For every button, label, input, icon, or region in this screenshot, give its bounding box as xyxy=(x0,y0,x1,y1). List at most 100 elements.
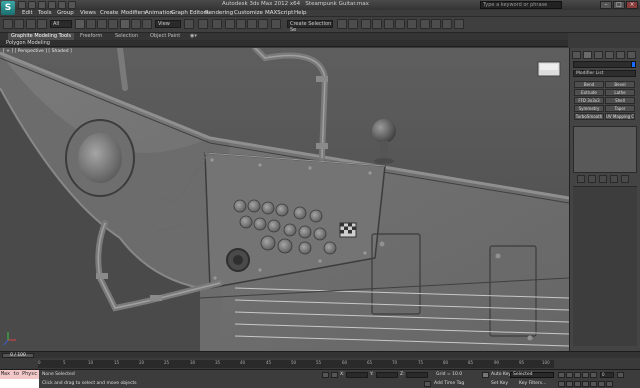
modifier-uv-mapping-button[interactable]: UV Mapping Cl xyxy=(605,113,635,120)
redo-button[interactable] xyxy=(14,19,24,29)
configure-modifier-sets-icon[interactable] xyxy=(621,175,629,183)
scale-icon[interactable] xyxy=(142,19,152,29)
tab-utilities-icon[interactable] xyxy=(627,51,636,59)
keyboard-shortcut-icon[interactable] xyxy=(212,19,222,29)
menu-modifiers[interactable]: Modifiers xyxy=(121,10,146,17)
rect-selection-icon[interactable] xyxy=(97,19,107,29)
named-selection-dropdown[interactable]: Create Selection Se xyxy=(287,20,333,33)
modifier-turbosmooth-button[interactable]: TurboSmooth xyxy=(574,113,604,120)
y-coord-field[interactable] xyxy=(376,372,398,378)
redo-icon[interactable] xyxy=(58,1,66,9)
menu-create[interactable]: Create xyxy=(100,10,118,17)
ribbon-options-icon[interactable]: ◉▾ xyxy=(190,33,197,40)
x-coord-field[interactable] xyxy=(346,372,368,378)
key-mode-dropdown[interactable]: Selected xyxy=(510,372,554,378)
modifier-stack[interactable] xyxy=(573,126,637,173)
absolute-mode-icon[interactable] xyxy=(331,372,338,378)
maxscript-listener[interactable]: Max to Physc xyxy=(0,370,39,379)
graphite-toggle-icon[interactable] xyxy=(372,19,382,29)
tab-display-icon[interactable] xyxy=(616,51,625,59)
render-teapot-icon[interactable] xyxy=(454,19,464,29)
time-config-icon[interactable] xyxy=(617,372,624,378)
add-time-tag-icon[interactable] xyxy=(424,381,431,387)
open-file-icon[interactable] xyxy=(28,1,36,9)
maximize-viewport-icon[interactable] xyxy=(606,381,613,387)
time-slider[interactable]: 0 / 100 xyxy=(0,351,640,358)
add-time-tag-button[interactable]: Add Time Tag xyxy=(434,381,464,386)
snaps-toggle-icon[interactable] xyxy=(225,19,235,29)
schematic-view-icon[interactable] xyxy=(395,19,405,29)
tab-object-paint[interactable]: Object Paint xyxy=(150,33,180,40)
previous-frame-icon[interactable] xyxy=(566,372,573,378)
pan-view-icon[interactable] xyxy=(590,381,597,387)
maximize-button[interactable]: □ xyxy=(613,1,625,9)
mirror-icon[interactable] xyxy=(337,19,347,29)
make-unique-icon[interactable] xyxy=(599,175,607,183)
key-filters-button[interactable]: Key Filters... xyxy=(519,381,546,386)
spinner-snap-icon[interactable] xyxy=(258,19,268,29)
menu-graph-editors[interactable]: Graph Editors xyxy=(171,10,209,17)
new-file-icon[interactable] xyxy=(18,1,26,9)
track-bar-ruler[interactable]: 0 5 10 15 20 25 30 35 40 45 50 55 60 65 … xyxy=(38,360,554,368)
align-icon[interactable] xyxy=(348,19,358,29)
unlink-icon[interactable] xyxy=(37,19,47,29)
edit-named-selection-icon[interactable] xyxy=(271,19,281,29)
set-key-button[interactable]: Set Key xyxy=(491,381,508,386)
go-to-end-icon[interactable] xyxy=(590,372,597,378)
zoom-all-icon[interactable] xyxy=(566,381,573,387)
close-button[interactable]: × xyxy=(626,1,638,9)
search-input[interactable]: Type a keyword or phrase xyxy=(480,1,562,9)
modifier-bend-button[interactable]: Bend xyxy=(574,81,604,88)
orbit-icon[interactable] xyxy=(598,381,605,387)
menu-help[interactable]: Help xyxy=(294,10,307,17)
tab-motion-icon[interactable] xyxy=(605,51,614,59)
select-object-icon[interactable] xyxy=(75,19,85,29)
modifier-symmetry-button[interactable]: Symmetry xyxy=(574,105,604,112)
modifier-extrude-button[interactable]: Extrude xyxy=(574,89,604,96)
tab-modify-icon[interactable] xyxy=(583,51,592,59)
track-bar[interactable]: 0 5 10 15 20 25 30 35 40 45 50 55 60 65 … xyxy=(0,358,640,370)
app-logo-icon[interactable]: S xyxy=(1,1,15,15)
material-editor-icon[interactable] xyxy=(407,19,417,29)
tab-selection[interactable]: Selection xyxy=(115,33,138,40)
project-folder-icon[interactable] xyxy=(68,1,76,9)
rotate-icon[interactable] xyxy=(131,19,141,29)
menu-maxscript[interactable]: MAXScript xyxy=(265,10,293,17)
window-crossing-icon[interactable] xyxy=(108,19,118,29)
modifier-list-dropdown[interactable]: Modifier List xyxy=(573,70,636,77)
undo-button[interactable] xyxy=(3,19,13,29)
move-icon[interactable] xyxy=(120,19,130,29)
menu-tools[interactable]: Tools xyxy=(38,10,52,17)
select-manipulate-icon[interactable] xyxy=(198,19,208,29)
tab-freeform[interactable]: Freeform xyxy=(80,33,102,40)
angle-snap-icon[interactable] xyxy=(236,19,246,29)
object-name-field[interactable] xyxy=(573,61,635,68)
auto-key-button[interactable]: Auto Key xyxy=(491,372,511,377)
undo-icon[interactable] xyxy=(48,1,56,9)
show-end-result-icon[interactable] xyxy=(588,175,596,183)
next-frame-icon[interactable] xyxy=(582,372,589,378)
field-of-view-icon[interactable] xyxy=(582,381,589,387)
reference-coord-dropdown[interactable]: View xyxy=(155,20,181,28)
polygon-modeling-panel[interactable]: Polygon Modeling xyxy=(6,40,50,47)
menu-group[interactable]: Group xyxy=(57,10,74,17)
tab-create-icon[interactable] xyxy=(572,51,581,59)
lock-selection-icon[interactable] xyxy=(322,372,329,378)
set-key-icon[interactable] xyxy=(482,372,489,378)
modifier-taper-button[interactable]: Taper xyxy=(605,105,635,112)
rendered-frame-icon[interactable] xyxy=(431,19,441,29)
perspective-viewport[interactable]: [ + ] [ Perspective ] [ Shaded ] xyxy=(0,48,569,351)
tab-hierarchy-icon[interactable] xyxy=(594,51,603,59)
curve-editor-icon[interactable] xyxy=(384,19,394,29)
select-link-icon[interactable] xyxy=(26,19,36,29)
percent-snap-icon[interactable] xyxy=(247,19,257,29)
remove-modifier-icon[interactable] xyxy=(610,175,618,183)
play-icon[interactable] xyxy=(574,372,581,378)
select-by-name-icon[interactable] xyxy=(86,19,96,29)
modifier-shell-button[interactable]: Shell xyxy=(605,97,635,104)
menu-customize[interactable]: Customize xyxy=(234,10,263,17)
minimize-button[interactable]: – xyxy=(600,1,612,9)
menu-animation[interactable]: Animation xyxy=(145,10,173,17)
zoom-icon[interactable] xyxy=(558,381,565,387)
z-coord-field[interactable] xyxy=(406,372,428,378)
